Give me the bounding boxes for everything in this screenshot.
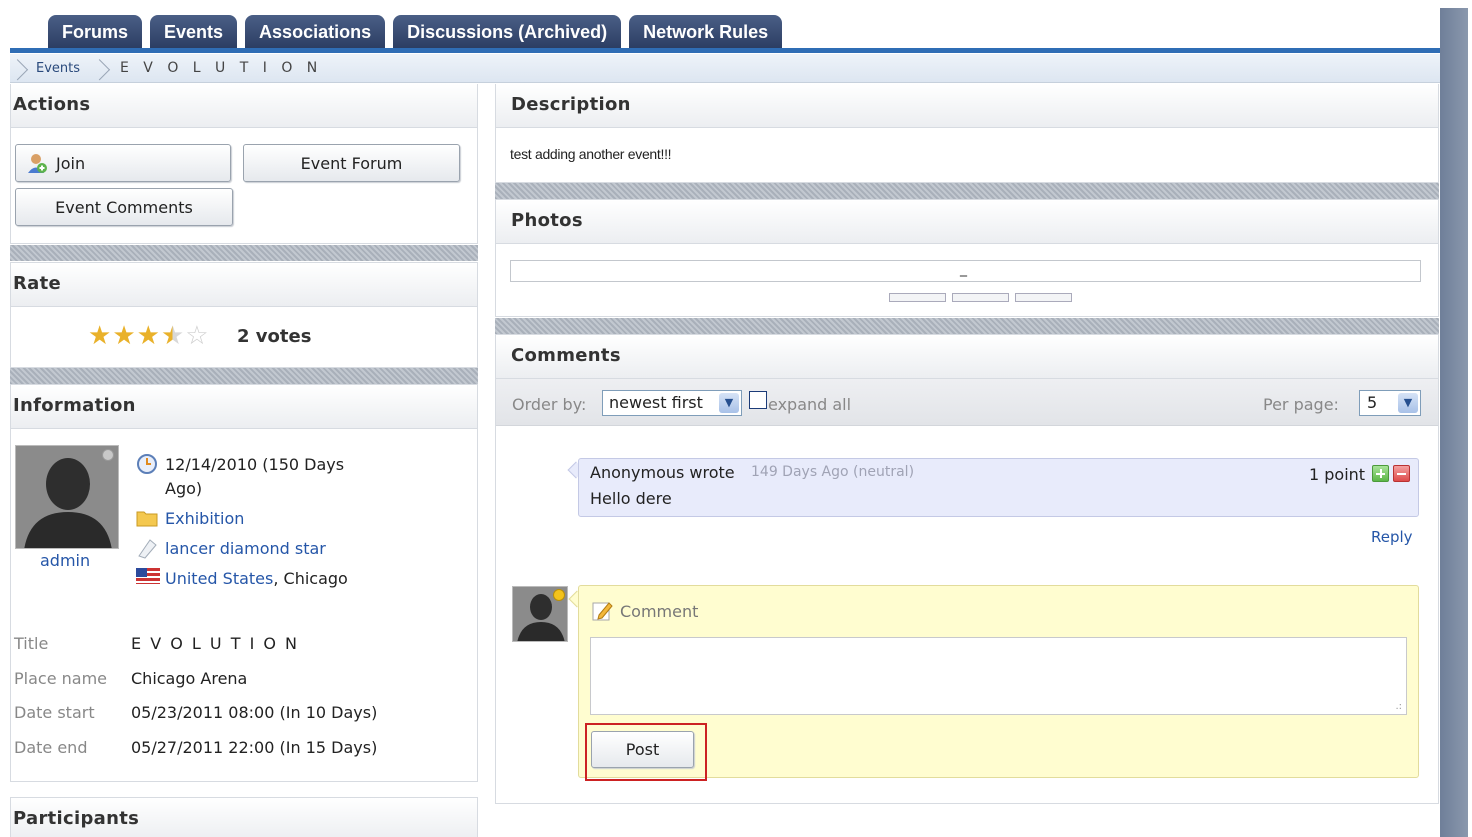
event-comments-label: Event Comments [55, 197, 193, 217]
right-edge-strip [1440, 8, 1468, 837]
category-link[interactable]: Exhibition [165, 509, 244, 528]
participants-heading: Participants [11, 798, 477, 837]
plus-bar [1380, 469, 1382, 478]
rating-stars[interactable]: ★ ★ ★ ★ ☆ [88, 322, 209, 350]
event-forum-label: Event Forum [300, 153, 403, 173]
comment-form-label: Comment [620, 602, 699, 621]
rate-panel: Rate [10, 262, 478, 368]
star-full-icon[interactable]: ★ [88, 322, 111, 350]
event-forum-button[interactable]: Event Forum [243, 144, 460, 182]
breadcrumb-separator-icon [10, 54, 20, 83]
comments-heading: Comments [496, 335, 1438, 379]
photo-page-button[interactable] [952, 293, 1009, 302]
star-full-icon[interactable]: ★ [137, 322, 160, 350]
star-half-icon[interactable]: ★ [161, 322, 184, 350]
online-status-icon [553, 589, 565, 601]
resize-handle-icon[interactable]: .: [1395, 702, 1402, 712]
photo-pager [889, 293, 1072, 302]
avatar[interactable] [15, 445, 119, 549]
tab-underline [10, 48, 1440, 53]
comment-text: Hello dere [590, 489, 672, 508]
user-name-link[interactable]: admin [40, 551, 90, 570]
event-date-line1: 12/14/2010 (150 Days [165, 455, 345, 474]
post-button[interactable]: Post [591, 731, 694, 768]
pencil-icon [592, 602, 613, 621]
us-flag-icon [136, 568, 160, 584]
photo-page-button[interactable] [889, 293, 946, 302]
join-button[interactable]: Join [15, 144, 231, 182]
tab-forums[interactable]: Forums [48, 15, 143, 48]
breadcrumb-link-events[interactable]: Events [36, 61, 80, 76]
divider-stripe [10, 245, 478, 261]
breadcrumb-current: E V O L U T I O N [120, 60, 323, 76]
clock-icon [137, 454, 157, 474]
tag-link[interactable]: lancer diamond star [165, 539, 326, 558]
comment-author: Anonymous wrote [590, 463, 735, 482]
info-field-label: Title [14, 634, 49, 653]
info-field-value: 05/27/2011 22:00 (In 15 Days) [131, 738, 378, 757]
user-silhouette-icon [16, 446, 118, 548]
votes-count: 2 votes [237, 326, 312, 347]
tab-associations[interactable]: Associations [245, 15, 386, 48]
tab-events[interactable]: Events [150, 15, 238, 48]
star-full-icon[interactable]: ★ [112, 322, 135, 350]
information-heading: Information [11, 385, 477, 429]
description-panel: Description [495, 84, 1439, 183]
info-field-value: 05/23/2011 08:00 (In 10 Days) [131, 703, 378, 722]
breadcrumb: Events E V O L U T I O N [10, 54, 1440, 83]
join-label: Join [56, 153, 86, 173]
info-field-label: Date start [14, 703, 95, 722]
reply-link[interactable]: Reply [1371, 528, 1413, 546]
order-by-label: Order by: [512, 395, 587, 414]
divider-stripe [495, 318, 1439, 334]
rate-heading: Rate [11, 263, 477, 307]
breadcrumb-separator-icon [92, 54, 102, 83]
event-date-line2: Ago) [165, 479, 203, 498]
user-icon [28, 154, 47, 173]
location: United States, Chicago [165, 569, 348, 588]
order-by-value: newest first [609, 393, 703, 412]
comment-points: 1 point [1309, 465, 1366, 484]
current-user-avatar[interactable] [512, 586, 568, 642]
vote-up-icon[interactable] [1372, 465, 1389, 482]
folder-icon [136, 511, 158, 527]
tab-network-rules[interactable]: Network Rules [629, 15, 783, 48]
divider-stripe [495, 183, 1439, 199]
info-field-value: Chicago Arena [131, 669, 248, 688]
star-empty-icon[interactable]: ☆ [185, 322, 208, 350]
photos-heading: Photos [496, 200, 1438, 244]
photo-page-button[interactable] [1015, 293, 1072, 302]
city-text: , Chicago [273, 569, 348, 588]
event-comments-button[interactable]: Event Comments [15, 188, 233, 226]
order-by-select[interactable]: newest first ▼ [602, 390, 742, 416]
info-field-label: Place name [14, 669, 107, 688]
offline-status-icon [102, 449, 114, 461]
participants-panel: Participants [10, 797, 478, 837]
post-label: Post [625, 740, 660, 759]
chevron-down-icon: ▼ [719, 393, 739, 413]
chevron-down-icon: ▼ [1398, 393, 1418, 413]
divider-stripe [10, 368, 478, 384]
actions-heading: Actions [11, 84, 477, 128]
tag-icon [138, 539, 157, 559]
main-tabs: Forums Events Associations Discussions (… [48, 15, 783, 48]
per-page-select[interactable]: 5 ▼ [1359, 390, 1421, 416]
per-page-value: 5 [1367, 393, 1378, 412]
info-field-label: Date end [14, 738, 88, 757]
minus-bar [1397, 473, 1406, 475]
divider-stripe [479, 84, 495, 804]
description-heading: Description [496, 84, 1438, 128]
comment-textarea[interactable]: .: [590, 637, 1407, 715]
info-field-value: E V O L U T I O N [131, 634, 300, 653]
vote-down-icon[interactable] [1393, 465, 1410, 482]
per-page-label: Per page: [1263, 395, 1339, 414]
photo-strip-marker: _ [960, 261, 967, 277]
expand-all-label: expand all [768, 395, 852, 414]
comment-meta: 149 Days Ago (neutral) [751, 464, 915, 480]
country-link[interactable]: United States [165, 569, 273, 588]
expand-all-checkbox[interactable] [749, 391, 767, 409]
description-text: test adding another event!!! [510, 146, 672, 162]
tab-discussions-archived[interactable]: Discussions (Archived) [393, 15, 622, 48]
